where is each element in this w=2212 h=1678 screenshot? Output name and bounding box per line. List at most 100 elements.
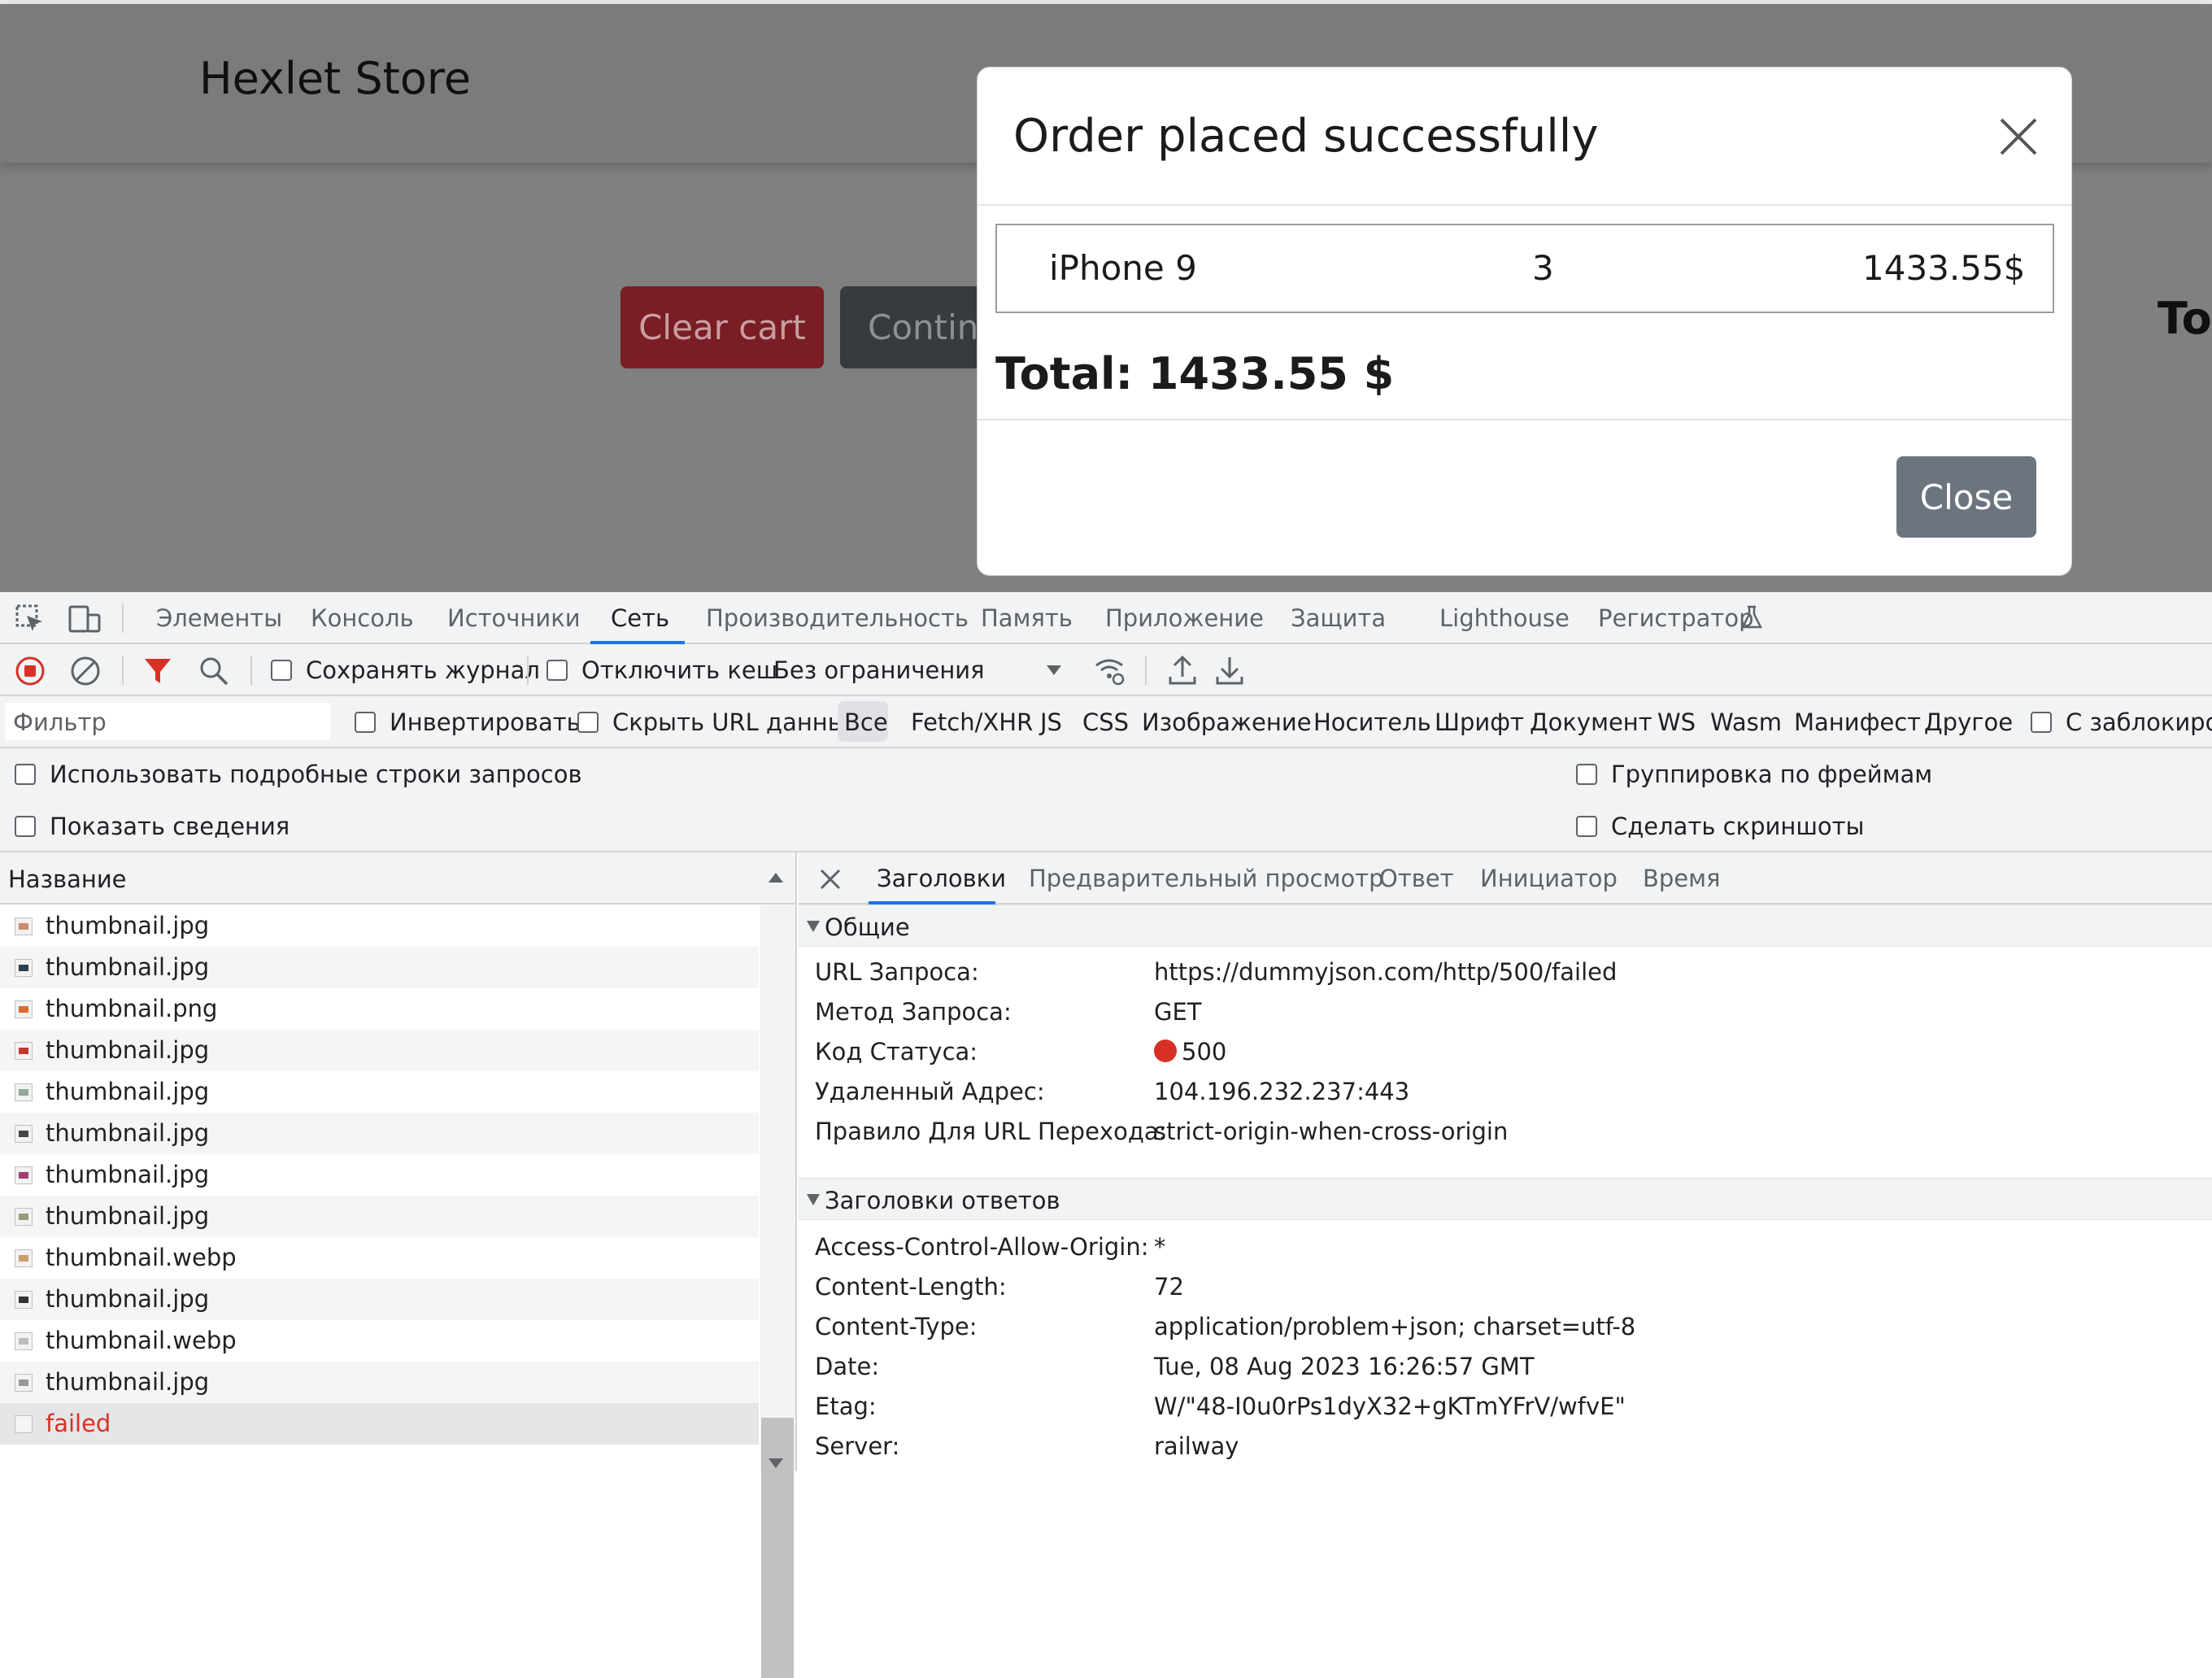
tab-lighthouse[interactable]: Lighthouse xyxy=(1439,604,1570,632)
clear-cart-button[interactable]: Clear cart xyxy=(620,286,824,368)
scrollbar-thumb[interactable] xyxy=(761,1418,794,1678)
type-filter-js[interactable]: JS xyxy=(1040,708,1062,736)
general-section-header[interactable]: Общие xyxy=(799,904,2212,947)
header-value[interactable]: * xyxy=(1154,1233,1166,1261)
show-overview-label: Показать сведения xyxy=(50,813,290,840)
close-icon[interactable] xyxy=(820,869,841,890)
filter-placeholder: Фильтр xyxy=(13,708,107,736)
request-name: thumbnail.jpg xyxy=(46,1036,210,1064)
tab-initiator[interactable]: Инициатор xyxy=(1480,865,1618,892)
screenshots-checkbox[interactable] xyxy=(1576,816,1597,837)
record-stop-icon[interactable] xyxy=(15,656,46,686)
group-by-frame-checkbox[interactable] xyxy=(1576,764,1597,785)
type-filter-media[interactable]: Носитель xyxy=(1313,708,1431,736)
status-error-icon xyxy=(1154,1039,1177,1062)
invert-checkbox[interactable] xyxy=(355,712,376,733)
tab-timing[interactable]: Время xyxy=(1643,865,1720,892)
request-row[interactable]: thumbnail.webp xyxy=(0,1237,759,1279)
scroll-down-icon[interactable] xyxy=(768,1458,784,1469)
inspect-element-icon[interactable] xyxy=(15,604,46,634)
header-value[interactable]: Tue, 08 Aug 2023 16:26:57 GMT xyxy=(1154,1353,1535,1380)
request-row[interactable]: thumbnail.jpg xyxy=(0,1154,759,1196)
network-conditions-icon[interactable] xyxy=(1093,654,1126,686)
show-overview-checkbox[interactable] xyxy=(15,816,36,837)
export-har-icon[interactable] xyxy=(1215,654,1244,686)
header-value[interactable]: strict-origin-when-cross-origin xyxy=(1154,1118,1508,1145)
type-filter-img[interactable]: Изображение xyxy=(1142,708,1312,736)
blocked-requests-checkbox[interactable] xyxy=(2031,712,2052,733)
column-name-header[interactable]: Название xyxy=(8,865,127,893)
tab-response[interactable]: Ответ xyxy=(1379,865,1454,892)
tab-preview[interactable]: Предварительный просмотр xyxy=(1029,865,1384,892)
file-icon xyxy=(15,959,33,977)
header-key: Код Статуса: xyxy=(815,1038,978,1066)
header-value[interactable]: GET xyxy=(1154,998,1202,1026)
type-filter-css[interactable]: CSS xyxy=(1082,708,1129,736)
request-row[interactable]: thumbnail.jpg xyxy=(0,947,759,988)
response-headers-section-header[interactable]: Заголовки ответов xyxy=(799,1178,2212,1220)
tabbar-separator xyxy=(122,604,124,633)
toolbar-separator xyxy=(122,656,124,685)
type-filter-ws[interactable]: WS xyxy=(1657,708,1696,736)
import-har-icon[interactable] xyxy=(1168,654,1197,686)
request-name: failed xyxy=(46,1410,111,1437)
request-row[interactable]: thumbnail.jpg xyxy=(0,1279,759,1320)
type-filter-other[interactable]: Другое xyxy=(1924,708,2013,736)
search-icon[interactable] xyxy=(198,656,229,686)
request-row[interactable]: thumbnail.png xyxy=(0,988,759,1030)
type-filter-fetch-xhr[interactable]: Fetch/XHR xyxy=(911,708,1033,736)
header-key: Content-Type: xyxy=(815,1313,978,1340)
big-rows-checkbox[interactable] xyxy=(15,764,36,785)
header-value[interactable]: 500 xyxy=(1154,1038,1226,1066)
tab-performance[interactable]: Производительность xyxy=(706,604,969,632)
filter-input[interactable]: Фильтр xyxy=(5,703,330,740)
device-toolbar-icon[interactable] xyxy=(68,604,102,634)
modal-close-button[interactable]: Close xyxy=(1896,456,2036,538)
throttling-select[interactable]: Без ограничения xyxy=(773,656,985,684)
tab-console[interactable]: Консоль xyxy=(311,604,414,632)
tab-memory[interactable]: Память xyxy=(981,604,1073,632)
request-name: thumbnail.png xyxy=(46,995,218,1022)
tab-sources[interactable]: Источники xyxy=(447,604,581,632)
request-row[interactable]: thumbnail.webp xyxy=(0,1320,759,1362)
file-icon xyxy=(15,1291,33,1309)
close-icon[interactable] xyxy=(1998,116,2039,157)
header-key: Content-Length: xyxy=(815,1273,1007,1301)
request-row[interactable]: thumbnail.jpg xyxy=(0,1113,759,1154)
request-row[interactable]: thumbnail.jpg xyxy=(0,1071,759,1113)
request-list: Название thumbnail.jpg thumbnail.jpg thumb… xyxy=(0,852,797,1678)
type-filter-font[interactable]: Шрифт xyxy=(1435,708,1524,736)
disable-cache-checkbox[interactable] xyxy=(546,660,568,681)
type-filter-all[interactable]: Все xyxy=(844,708,888,736)
header-value[interactable]: W/"48-I0u0rPs1dyX32+gKTmYFrV/wfvE" xyxy=(1154,1393,1626,1420)
request-name: thumbnail.jpg xyxy=(46,1078,210,1105)
preserve-log-checkbox[interactable] xyxy=(271,660,292,681)
clear-icon[interactable] xyxy=(70,656,101,686)
tab-security[interactable]: Защита xyxy=(1291,604,1386,632)
sort-up-icon[interactable] xyxy=(768,872,784,883)
header-value[interactable]: https://dummyjson.com/http/500/failed xyxy=(1154,958,1617,986)
hide-data-urls-checkbox[interactable] xyxy=(577,712,599,733)
header-value[interactable]: railway xyxy=(1154,1432,1239,1460)
scrollbar-track[interactable] xyxy=(760,904,795,1471)
request-row[interactable]: thumbnail.jpg xyxy=(0,1030,759,1071)
chevron-down-icon[interactable] xyxy=(1046,664,1062,677)
header-value[interactable]: 104.196.232.237:443 xyxy=(1154,1078,1409,1105)
request-row[interactable]: thumbnail.jpg xyxy=(0,905,759,947)
tab-headers[interactable]: Заголовки xyxy=(877,865,1006,892)
header-value[interactable]: 72 xyxy=(1154,1273,1184,1301)
request-row[interactable]: thumbnail.jpg xyxy=(0,1196,759,1237)
filter-icon[interactable] xyxy=(143,656,172,686)
tab-recorder[interactable]: Регистратор xyxy=(1598,604,1753,632)
tab-application[interactable]: Приложение xyxy=(1105,604,1264,632)
tab-elements[interactable]: Элементы xyxy=(156,604,282,632)
type-filter-wasm[interactable]: Wasm xyxy=(1710,708,1782,736)
brand-logo[interactable]: Hexlet Store xyxy=(199,53,471,104)
file-icon xyxy=(15,1415,33,1433)
request-row[interactable]: failed xyxy=(0,1403,759,1445)
header-value[interactable]: application/problem+json; charset=utf-8 xyxy=(1154,1313,1635,1340)
type-filter-doc[interactable]: Документ xyxy=(1530,708,1652,736)
type-filter-manifest[interactable]: Манифест xyxy=(1794,708,1921,736)
tab-network[interactable]: Сеть xyxy=(611,604,669,632)
request-row[interactable]: thumbnail.jpg xyxy=(0,1362,759,1403)
